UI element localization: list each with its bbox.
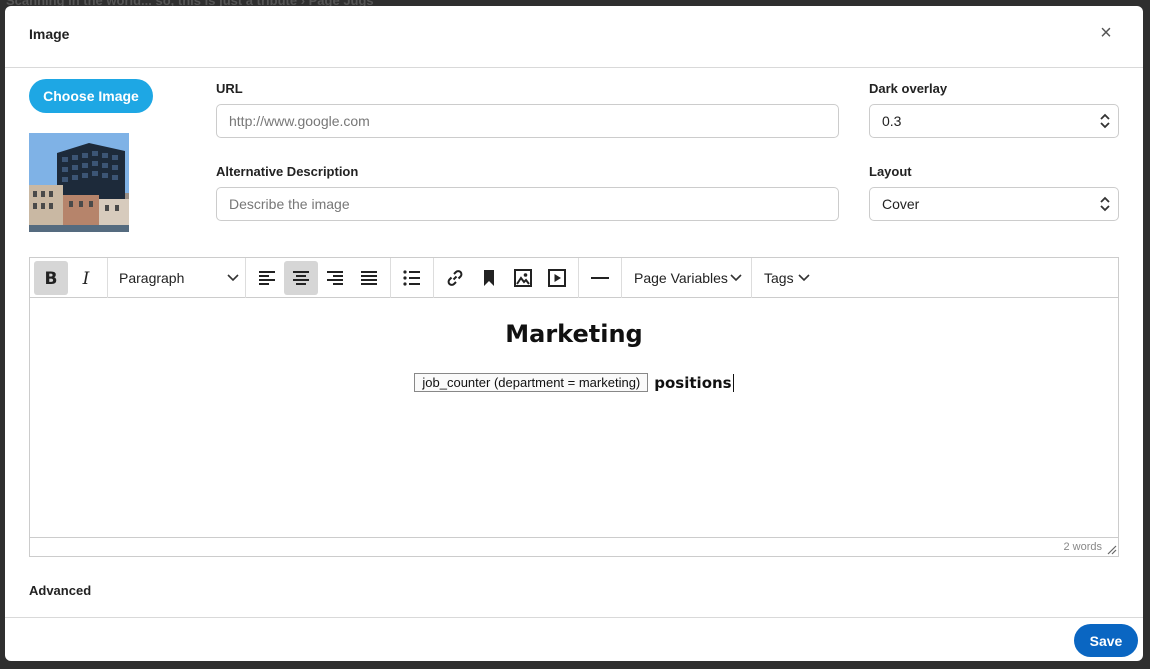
toolbar-divider: [107, 258, 108, 298]
close-icon[interactable]: ×: [1095, 23, 1117, 45]
editor-toolbar: B I Paragraph Page Variables Tags: [30, 258, 1118, 298]
italic-icon: I: [82, 270, 90, 286]
link-button[interactable]: [438, 261, 472, 295]
editor-statusbar: 2 words: [30, 537, 1118, 556]
tags-label: Tags: [764, 270, 794, 286]
bookmark-button[interactable]: [472, 261, 506, 295]
toolbar-divider: [578, 258, 579, 298]
svg-text:B: B: [45, 270, 58, 286]
select-arrows-icon: [1100, 196, 1110, 212]
modal-footer: Save: [5, 617, 1143, 661]
dark-overlay-select[interactable]: 0.3: [869, 104, 1119, 138]
align-center-icon: [293, 271, 309, 285]
toolbar-divider: [390, 258, 391, 298]
bullet-list-icon: [403, 270, 420, 286]
save-button[interactable]: Save: [1074, 624, 1138, 657]
content-line: job_counter (department = marketing) posi…: [30, 373, 1118, 392]
block-format-label: Paragraph: [119, 270, 185, 286]
image-icon: [514, 269, 532, 287]
layout-value: Cover: [882, 196, 920, 212]
choose-image-button[interactable]: Choose Image: [29, 79, 153, 113]
chevron-down-icon: [730, 274, 742, 282]
resize-handle-icon[interactable]: [1107, 545, 1117, 555]
alt-description-input[interactable]: [216, 187, 839, 221]
rich-text-editor: B I Paragraph Page Variables Tags Market…: [29, 257, 1119, 557]
content-text: positions: [654, 373, 734, 392]
align-left-button[interactable]: [250, 261, 284, 295]
select-arrows-icon: [1100, 113, 1110, 129]
align-right-button[interactable]: [318, 261, 352, 295]
page-variables-label: Page Variables: [634, 270, 728, 286]
block-format-dropdown[interactable]: Paragraph: [119, 258, 239, 298]
align-justify-button[interactable]: [352, 261, 386, 295]
modal-header: Image ×: [5, 6, 1143, 68]
link-icon: [447, 270, 463, 286]
bullet-list-button[interactable]: [395, 261, 429, 295]
chevron-down-icon: [227, 274, 239, 282]
url-input[interactable]: [216, 104, 839, 138]
word-count: 2 words: [1063, 541, 1102, 553]
page-variables-dropdown[interactable]: Page Variables: [634, 258, 742, 298]
svg-text:I: I: [82, 270, 90, 286]
dark-overlay-value: 0.3: [882, 113, 902, 129]
editor-content[interactable]: Marketing job_counter (department = mark…: [30, 298, 1118, 537]
insert-media-button[interactable]: [540, 261, 574, 295]
variable-chip[interactable]: job_counter (department = marketing): [414, 373, 649, 392]
insert-image-button[interactable]: [506, 261, 540, 295]
image-modal: Image × Choose Image URL Alternative Des…: [5, 6, 1143, 661]
tags-dropdown[interactable]: Tags: [764, 258, 810, 298]
align-right-icon: [327, 271, 343, 285]
modal-title: Image: [29, 26, 70, 42]
toolbar-divider: [621, 258, 622, 298]
italic-button[interactable]: I: [69, 261, 103, 295]
image-thumbnail: [29, 133, 129, 232]
content-heading: Marketing: [505, 320, 643, 348]
layout-select[interactable]: Cover: [869, 187, 1119, 221]
dark-overlay-label: Dark overlay: [869, 81, 948, 96]
media-icon: [548, 269, 566, 287]
toolbar-divider: [245, 258, 246, 298]
bold-icon: B: [45, 270, 58, 286]
bookmark-icon: [484, 270, 494, 286]
alt-description-label: Alternative Description: [216, 164, 359, 179]
align-justify-icon: [361, 271, 377, 285]
toolbar-divider: [751, 258, 752, 298]
align-left-icon: [259, 271, 275, 285]
toolbar-divider: [433, 258, 434, 298]
url-label: URL: [216, 81, 243, 96]
chevron-down-icon: [798, 274, 810, 282]
bold-button[interactable]: B: [34, 261, 68, 295]
align-center-button[interactable]: [284, 261, 318, 295]
layout-label: Layout: [869, 164, 912, 179]
horizontal-rule-icon: [591, 277, 609, 279]
advanced-toggle[interactable]: Advanced: [29, 583, 91, 598]
horizontal-rule-button[interactable]: [583, 261, 617, 295]
